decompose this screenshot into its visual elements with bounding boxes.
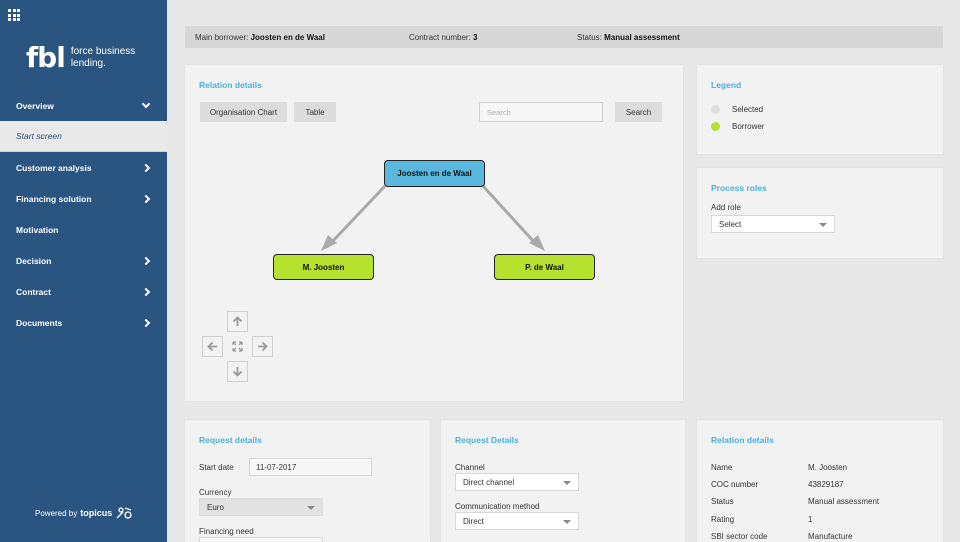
add-role-select[interactable]: Select — [711, 215, 835, 233]
logo: fbl force business lending. — [26, 44, 135, 72]
connector-left — [329, 184, 387, 245]
status-value: Manual assessment — [604, 33, 680, 42]
chevron-right-icon — [141, 318, 151, 327]
nav-item-label: Start screen — [16, 131, 62, 141]
communication-method-select[interactable]: Direct — [455, 512, 579, 530]
nav-item-documents[interactable]: Documents — [0, 307, 167, 338]
currency-label: Currency — [199, 488, 232, 497]
chevron-right-icon — [141, 287, 151, 296]
nav-item-label: Decision — [16, 255, 52, 266]
powered-by: Powered by topicus — [35, 506, 135, 520]
topicus-logo-icon — [116, 507, 132, 519]
process-roles-panel: Process roles Add role Select — [697, 168, 943, 258]
legend-panel: Legend Selected Borrower — [697, 65, 943, 154]
nav-item-overview[interactable]: Overview — [0, 90, 167, 121]
nav-item-label: Customer analysis — [16, 162, 92, 173]
panel-title: Request Details — [455, 435, 519, 445]
logo-mark: fbl — [26, 41, 66, 74]
chevron-right-icon — [141, 256, 151, 265]
nav-item-label: Overview — [16, 100, 54, 111]
chevron-right-icon — [141, 194, 151, 203]
sidebar: fbl force business lending. Overview Sta… — [0, 0, 167, 542]
org-node-m-joosten[interactable]: M. Joosten — [273, 254, 374, 280]
panel-title: Relation details — [711, 435, 774, 445]
pan-right-icon[interactable] — [252, 336, 273, 357]
selected-dot-icon — [711, 105, 720, 114]
dropdown-caret-icon — [563, 481, 571, 485]
channel-details-panel: Request Details Channel Direct channel C… — [441, 420, 685, 542]
main-borrower-info: Main borrower: Joosten en de Waal — [195, 33, 325, 42]
pan-down-icon[interactable] — [227, 361, 248, 382]
fit-to-screen-icon[interactable] — [227, 336, 248, 357]
relation-details-panel: Relation details Organisation Chart Tabl… — [185, 65, 683, 401]
panel-title: Process roles — [711, 183, 767, 193]
name-key: Name — [711, 463, 733, 472]
contract-number-info: Contract number: 3 — [409, 33, 478, 42]
nav-item-label: Contract — [16, 286, 51, 297]
nav-item-start-screen[interactable]: Start screen — [0, 121, 167, 152]
main-borrower-value: Joosten en de Waal — [250, 33, 325, 42]
apps-grid-icon[interactable] — [8, 9, 20, 21]
nav-item-customer-analysis[interactable]: Customer analysis — [0, 152, 167, 183]
nav-item-motivation[interactable]: Motivation — [0, 214, 167, 245]
coc-number-value: 43829187 — [808, 480, 844, 489]
coc-number-key: COC number — [711, 480, 759, 489]
legend-item-selected: Selected — [711, 105, 763, 114]
nav-item-label: Motivation — [16, 224, 59, 235]
legend-item-borrower: Borrower — [711, 122, 764, 131]
contract-number-value: 3 — [473, 33, 478, 42]
add-role-label: Add role — [711, 203, 741, 212]
rating-key: Rating — [711, 515, 735, 524]
start-date-field[interactable]: 11-07-2017 — [249, 458, 372, 476]
channel-label: Channel — [455, 463, 485, 472]
status-info: Status: Manual assessment — [577, 33, 680, 42]
status-value: Manual assessment — [808, 497, 880, 506]
borrower-dot-icon — [711, 122, 720, 131]
financing-need-field[interactable] — [199, 537, 323, 542]
chevron-down-icon — [141, 99, 151, 109]
dropdown-caret-icon — [563, 520, 571, 524]
start-date-label: Start date — [199, 463, 234, 472]
communication-method-label: Communication method — [455, 502, 540, 511]
nav-menu: Overview Start screen Customer analysis … — [0, 90, 167, 338]
rating-value: 1 — [808, 515, 813, 524]
dropdown-caret-icon — [819, 223, 827, 227]
logo-line1: force business — [70, 46, 136, 57]
chevron-right-icon — [141, 163, 151, 172]
nav-item-decision[interactable]: Decision — [0, 245, 167, 276]
info-bar: Main borrower: Joosten en de Waal Contra… — [185, 26, 943, 48]
nav-item-financing-solution[interactable]: Financing solution — [0, 183, 167, 214]
currency-select[interactable]: Euro — [199, 498, 323, 516]
status-key: Status — [711, 497, 734, 506]
powered-by-label: Powered by — [35, 508, 78, 518]
org-node-p-de-waal[interactable]: P. de Waal — [494, 254, 595, 280]
org-node-root[interactable]: Joosten en de Waal — [384, 160, 485, 187]
panel-title: Legend — [711, 80, 742, 90]
sbi-sector-code-key: SBI sector code — [711, 532, 768, 541]
nav-item-label: Financing solution — [16, 193, 92, 204]
pan-left-icon[interactable] — [202, 336, 223, 357]
request-details-panel: Request details Start date 11-07-2017 Cu… — [185, 420, 430, 542]
logo-line2: lending. — [70, 58, 106, 69]
relation-summary-panel: Relation details Name M. Joosten COC num… — [697, 420, 943, 542]
connector-right — [481, 184, 537, 245]
nav-item-label: Documents — [16, 317, 63, 328]
sbi-sector-code-value: Manufacture — [808, 532, 853, 541]
panel-title: Request details — [199, 435, 262, 445]
dropdown-caret-icon — [307, 506, 315, 510]
powered-brand: topicus — [80, 508, 113, 518]
name-value: M. Joosten — [808, 463, 848, 472]
channel-select[interactable]: Direct channel — [455, 473, 579, 491]
financing-need-label: Financing need — [199, 527, 254, 536]
nav-item-contract[interactable]: Contract — [0, 276, 167, 307]
pan-up-icon[interactable] — [227, 311, 248, 332]
